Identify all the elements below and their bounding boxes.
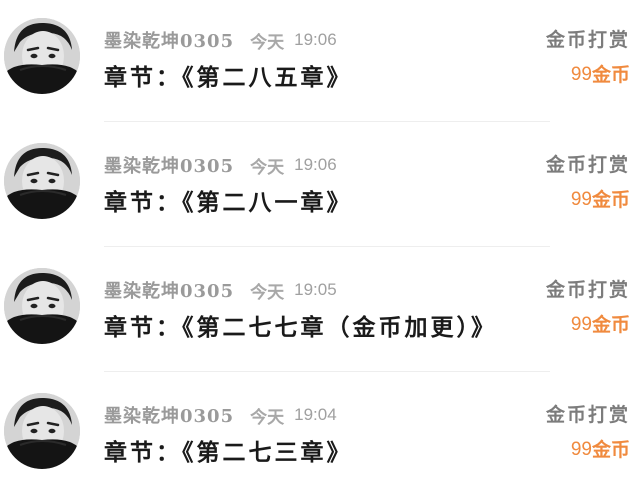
record-time: 19:06 <box>294 30 337 49</box>
user-avatar[interactable] <box>4 268 80 344</box>
avatar-image <box>4 393 80 469</box>
reward-amount-value: 99 <box>570 64 592 85</box>
avatar-image <box>4 143 80 219</box>
row-divider <box>104 246 550 247</box>
reward-type-label: 金币打赏 <box>545 404 630 426</box>
reward-type-label: 金币打赏 <box>545 154 630 176</box>
username[interactable]: 墨染乾坤0305 <box>104 27 234 53</box>
avatar-image <box>4 268 80 344</box>
username[interactable]: 墨染乾坤0305 <box>104 152 234 178</box>
reward-type-label: 金币打赏 <box>545 29 630 51</box>
reward-amount-value: 99 <box>570 314 592 335</box>
record-meta: 墨染乾坤0305 今天 19:06 <box>104 27 337 53</box>
reward-amount: 99 金币 <box>571 60 630 90</box>
reward-amount: 99 金币 <box>571 310 630 340</box>
avatar-image <box>4 18 80 94</box>
reward-record[interactable]: 墨染乾坤0305 今天 19:05 章节：《第二七七章（金币加更）》 金币打赏 … <box>0 250 640 375</box>
row-divider <box>104 121 550 122</box>
reward-amount: 99 金币 <box>571 185 630 215</box>
user-avatar[interactable] <box>4 18 80 94</box>
user-avatar[interactable] <box>4 143 80 219</box>
chapter-title[interactable]: 章节：《第二七三章》 <box>104 433 353 467</box>
reward-amount-value: 99 <box>570 439 592 460</box>
record-time: 19:05 <box>294 280 337 299</box>
row-divider <box>104 371 550 372</box>
record-time: 19:06 <box>294 155 337 174</box>
username[interactable]: 墨染乾坤0305 <box>104 402 234 428</box>
reward-amount-unit: 金币 <box>591 314 630 336</box>
reward-type-label: 金币打赏 <box>545 279 630 301</box>
chapter-title[interactable]: 章节：《第二八五章》 <box>104 58 353 92</box>
record-date: 今天 <box>250 157 285 178</box>
reward-amount-unit: 金币 <box>591 189 630 211</box>
reward-amount-unit: 金币 <box>591 439 630 461</box>
reward-list: 墨染乾坤0305 今天 19:06 章节：《第二八五章》 金币打赏 99 金币 <box>0 0 640 494</box>
reward-amount-value: 99 <box>570 189 592 210</box>
record-date: 今天 <box>250 32 285 53</box>
reward-amount: 99 金币 <box>571 435 630 465</box>
chapter-title[interactable]: 章节：《第二八一章》 <box>104 183 353 217</box>
record-date: 今天 <box>250 407 285 428</box>
user-avatar[interactable] <box>4 393 80 469</box>
reward-record[interactable]: 墨染乾坤0305 今天 19:06 章节：《第二八一章》 金币打赏 99 金币 <box>0 125 640 250</box>
record-time: 19:04 <box>294 405 337 424</box>
record-date: 今天 <box>250 282 285 303</box>
reward-record[interactable]: 墨染乾坤0305 今天 19:06 章节：《第二八五章》 金币打赏 99 金币 <box>0 0 640 125</box>
reward-record[interactable]: 墨染乾坤0305 今天 19:04 章节：《第二七三章》 金币打赏 99 金币 <box>0 375 640 500</box>
chapter-title[interactable]: 章节：《第二七七章（金币加更）》 <box>104 308 497 342</box>
username[interactable]: 墨染乾坤0305 <box>104 277 234 303</box>
record-meta: 墨染乾坤0305 今天 19:06 <box>104 152 337 178</box>
record-meta: 墨染乾坤0305 今天 19:05 <box>104 277 337 303</box>
record-meta: 墨染乾坤0305 今天 19:04 <box>104 402 337 428</box>
reward-amount-unit: 金币 <box>591 64 630 86</box>
